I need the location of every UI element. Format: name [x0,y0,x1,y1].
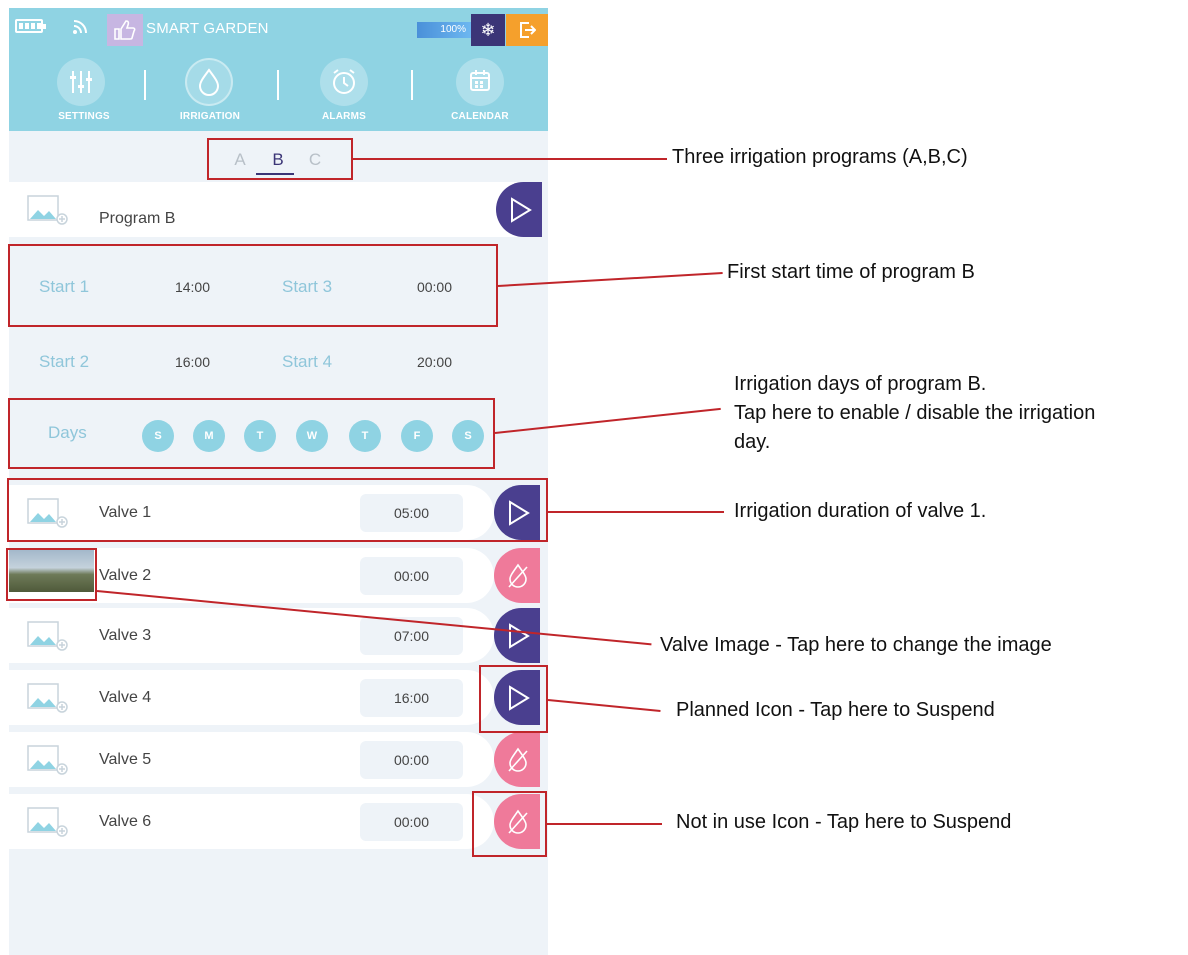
valve-row: Valve 3 07:00 [9,608,494,663]
callout-box-duration [7,478,548,542]
valve-row: Valve 5 00:00 [9,732,494,787]
note-days-line-2: Tap here to enable / disable the irrigat… [734,402,1096,424]
status-bar: SMART GARDEN 100% ❄ [9,8,548,48]
duration-field[interactable]: 00:00 [360,741,463,779]
start-label: Start 4 [282,352,333,371]
nav-irrigation[interactable]: IRRIGATION [160,52,260,131]
nav-alarms[interactable]: ALARMS [294,52,394,131]
image-placeholder-icon[interactable] [27,195,69,225]
battery-percent: 100% [417,22,471,38]
note-duration: Irrigation duration of valve 1. [734,500,987,522]
duration-field[interactable]: 00:00 [360,557,463,595]
image-placeholder-icon[interactable] [27,621,69,651]
wifi-icon [71,16,91,36]
image-placeholder-icon[interactable] [27,807,69,837]
callout-line [353,158,667,160]
alarm-clock-icon [320,58,368,106]
battery-icon [15,19,46,33]
start-times-row-2: Start 2 16:00 Start 4 20:00 [9,332,496,392]
image-placeholder-icon[interactable] [27,745,69,775]
callout-box-planned [479,665,548,733]
valve-name: Valve 3 [99,627,152,644]
duration-field[interactable]: 16:00 [360,679,463,717]
callout-box-image [6,548,97,601]
nav-label: SETTINGS [58,111,110,122]
valve-row: Valve 6 00:00 [9,794,494,849]
note-not-in-use: Not in use Icon - Tap here to Suspend [676,811,1012,833]
callout-line [547,699,661,713]
callout-box-days [8,398,495,469]
callout-box-not-in-use [472,791,547,857]
nav-label: CALENDAR [451,111,509,122]
callout-box-first-start [8,244,498,327]
duration-field[interactable]: 07:00 [360,617,463,655]
valve-row: Valve 4 16:00 [9,670,494,725]
note-first-start: First start time of program B [727,261,975,283]
planned-toggle[interactable] [494,608,540,663]
thumbs-up-icon[interactable] [107,14,143,46]
callout-box-programs [207,138,353,180]
nav-calendar[interactable]: CALENDAR [430,52,530,131]
note-planned: Planned Icon - Tap here to Suspend [676,699,995,721]
note-programs: Three irrigation programs (A,B,C) [672,146,968,168]
note-days-line-3: day. [734,431,771,453]
snowflake-icon[interactable]: ❄ [471,14,505,46]
start-time-field[interactable]: 20:00 [387,343,482,381]
nav-divider [277,70,279,100]
not-in-use-toggle[interactable] [494,548,540,603]
note-days-line-1: Irrigation days of program B. [734,373,987,395]
callout-line [547,823,662,825]
program-row: Program B [9,182,542,237]
callout-line [548,511,724,513]
water-drop-icon [185,58,233,106]
note-image: Valve Image - Tap here to change the ima… [660,634,1052,656]
duration-field[interactable]: 00:00 [360,803,463,841]
nav-divider [411,70,413,100]
program-play-toggle[interactable] [496,182,542,237]
app-header: SMART GARDEN 100% ❄ SETTINGS IRRIGATION [9,8,548,131]
app-title: SMART GARDEN [146,20,269,37]
nav-label: IRRIGATION [179,111,241,122]
valve-name: Valve 4 [99,689,152,706]
valve-name: Valve 6 [99,813,152,830]
image-placeholder-icon[interactable] [27,683,69,713]
nav-settings[interactable]: SETTINGS [34,52,134,131]
annotated-screenshot: SMART GARDEN 100% ❄ SETTINGS IRRIGATION [0,0,1188,955]
start-time-field[interactable]: 16:00 [145,343,240,381]
nav-divider [144,70,146,100]
program-name: Program B [99,210,176,227]
nav-label: ALARMS [322,111,366,122]
not-in-use-toggle[interactable] [494,732,540,787]
valve-name: Valve 2 [99,567,152,584]
start-label: Start 2 [39,352,90,371]
sliders-icon [57,58,105,106]
calendar-icon [456,58,504,106]
valve-name: Valve 5 [99,751,152,768]
exit-icon[interactable] [506,14,548,46]
